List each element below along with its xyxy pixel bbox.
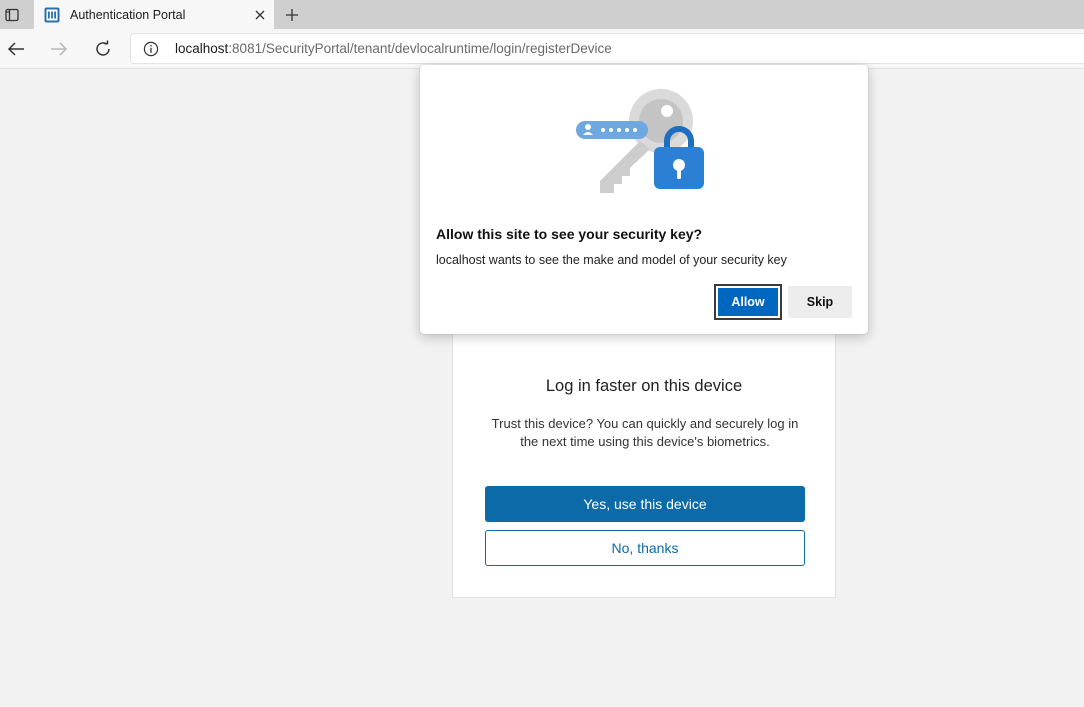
card-description: Trust this device? You can quickly and s… <box>491 416 799 449</box>
url-host: localhost <box>175 41 229 56</box>
tab-authentication-portal[interactable]: Authentication Portal <box>34 0 274 29</box>
plus-icon[interactable] <box>278 0 306 29</box>
no-thanks-button[interactable]: No, thanks <box>485 530 805 566</box>
dialog-title: Allow this site to see your security key… <box>436 226 703 242</box>
browser-toolbar: localhost:8081/SecurityPortal/tenant/dev… <box>0 29 1084 69</box>
back-arrow-icon[interactable] <box>1 34 31 64</box>
url-text: localhost:8081/SecurityPortal/tenant/dev… <box>175 41 612 56</box>
security-key-permission-dialog: Allow this site to see your security key… <box>420 65 868 334</box>
url-path: :8081/SecurityPortal/tenant/devlocalrunt… <box>228 41 612 56</box>
info-icon[interactable] <box>143 41 159 57</box>
skip-button[interactable]: Skip <box>788 286 852 318</box>
close-icon[interactable] <box>246 0 274 29</box>
security-key-lock-illustration <box>570 83 720 195</box>
forward-arrow-icon[interactable] <box>44 34 74 64</box>
portal-favicon <box>44 7 60 23</box>
allow-button[interactable]: Allow <box>714 284 782 320</box>
reload-icon[interactable] <box>88 34 118 64</box>
tab-actions-icon[interactable] <box>0 0 24 29</box>
tab-strip: Authentication Portal <box>0 0 1084 29</box>
address-bar[interactable]: localhost:8081/SecurityPortal/tenant/dev… <box>130 33 1084 64</box>
device-registration-card: Log in faster on this device Trust this … <box>452 320 836 598</box>
tab-title: Authentication Portal <box>70 7 186 22</box>
use-this-device-button[interactable]: Yes, use this device <box>485 486 805 522</box>
dialog-description: localhost wants to see the make and mode… <box>436 253 787 267</box>
card-title: Log in faster on this device <box>545 377 743 395</box>
